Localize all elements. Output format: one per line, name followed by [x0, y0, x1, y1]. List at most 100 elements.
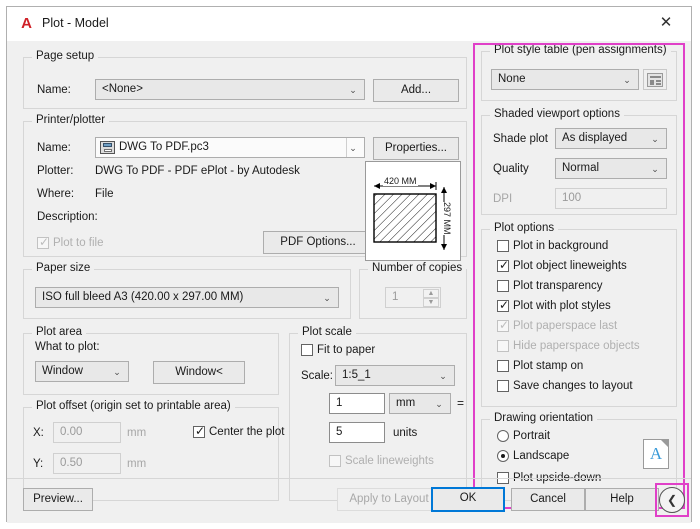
close-icon[interactable]: ✕	[645, 9, 687, 37]
scale-units-label: units	[393, 427, 418, 439]
scale-combo[interactable]: 1:5_1 ⌄	[335, 365, 455, 386]
radio-box	[497, 430, 509, 442]
checkbox-box	[497, 360, 509, 372]
scale-unit-value: mm	[396, 397, 416, 409]
fit-to-paper-label: Fit to paper	[317, 344, 376, 356]
orientation-preview-icon: A	[643, 439, 669, 469]
check-icon: ✓	[195, 424, 206, 438]
copies-stepper[interactable]: ▲ ▼	[423, 289, 439, 307]
properties-button[interactable]: Properties...	[373, 137, 459, 160]
dpi-value: 100	[562, 192, 582, 204]
plot-style-table-title: Plot style table (pen assignments)	[490, 44, 671, 56]
plotter-value: DWG To PDF - PDF ePlot - by Autodesk	[95, 165, 300, 177]
offset-x-input[interactable]: 0.00	[53, 422, 121, 443]
add-button[interactable]: Add...	[373, 79, 459, 102]
plot-option-label: Plot with plot styles	[513, 300, 611, 312]
edit-plot-style-table-button[interactable]	[643, 69, 667, 90]
pdf-options-button[interactable]: PDF Options...	[263, 231, 373, 254]
checkbox-box	[497, 240, 509, 252]
paper-size-value: ISO full bleed A3 (420.00 x 297.00 MM)	[42, 291, 244, 303]
page-setup-name-combo[interactable]: <None> ⌄	[95, 79, 365, 100]
checkbox-box	[497, 380, 509, 392]
help-button[interactable]: Help	[585, 488, 659, 511]
scale-numerator-input[interactable]: 1	[329, 393, 385, 414]
plot-style-table-combo[interactable]: None ⌄	[491, 69, 639, 90]
radio-box	[497, 450, 509, 462]
plot-style-table-value: None	[498, 73, 526, 85]
page-setup-title: Page setup	[32, 50, 99, 62]
dpi-label: DPI	[493, 193, 513, 205]
what-to-plot-label: What to plot:	[35, 341, 100, 353]
checkbox-box	[497, 280, 509, 292]
offset-y-input[interactable]: 0.50	[53, 453, 121, 474]
shaded-viewport-title: Shaded viewport options	[490, 108, 624, 120]
chevron-down-icon: ⌄	[651, 134, 659, 144]
pen-table-icon	[647, 73, 663, 87]
scale-unit-combo[interactable]: mm ⌄	[389, 393, 451, 414]
window-select-button[interactable]: Window<	[153, 361, 245, 384]
printer-name-label: Name:	[37, 142, 71, 154]
checkbox-box: ✓	[497, 298, 510, 312]
orientation-landscape-label: Landscape	[513, 450, 570, 462]
offset-x-units: mm	[127, 427, 147, 439]
printer-name-value: DWG To PDF.pc3	[119, 141, 209, 153]
printer-name-combo[interactable]: DWG To PDF.pc3 ⌄	[95, 137, 365, 158]
shade-plot-value: As displayed	[562, 132, 628, 144]
check-icon: ✓	[499, 318, 510, 332]
what-to-plot-combo[interactable]: Window ⌄	[35, 361, 129, 382]
checkbox-box: ✓	[193, 424, 206, 438]
radio-dot	[501, 454, 505, 458]
title-bar: A Plot - Model ✕	[7, 7, 691, 41]
shade-plot-combo[interactable]: As displayed ⌄	[555, 128, 667, 149]
paper-preview: 420 MM 297 MM	[365, 161, 461, 261]
copies-title: Number of copies	[368, 262, 467, 274]
checkbox-box: ✓	[497, 258, 510, 272]
plot-options-title: Plot options	[490, 222, 559, 234]
plot-dialog: A Plot - Model ✕ Page setup Name: <None>…	[6, 6, 692, 523]
apply-to-layout-button[interactable]: Apply to Layout	[337, 488, 441, 511]
checkbox-box	[497, 340, 509, 352]
preview-button[interactable]: Preview...	[23, 488, 93, 511]
shade-plot-label: Shade plot	[493, 133, 548, 145]
collapse-panel-button[interactable]: ❮	[659, 487, 685, 513]
plot-option-label: Plot transparency	[513, 280, 603, 292]
check-icon: ✓	[499, 258, 510, 272]
page-setup-name-label: Name:	[37, 84, 71, 96]
plotter-label: Plotter:	[37, 165, 74, 177]
check-icon: ✓	[499, 298, 510, 312]
plot-option-label: Plot in background	[513, 240, 609, 252]
copies-input[interactable]: 1 ▲ ▼	[385, 287, 441, 308]
scale-lineweights-label: Scale lineweights	[345, 455, 434, 467]
quality-label: Quality	[493, 163, 529, 175]
quality-combo[interactable]: Normal ⌄	[555, 158, 667, 179]
plot-option-label: Plot stamp on	[513, 360, 584, 372]
where-label: Where:	[37, 188, 75, 200]
scale-denominator-input[interactable]: 5	[329, 422, 385, 443]
stepper-up-icon[interactable]: ▲	[423, 289, 439, 298]
offset-x-label: X:	[33, 427, 44, 439]
checkbox-box	[329, 455, 341, 467]
where-value: File	[95, 188, 114, 200]
plot-offset-title: Plot offset (origin set to printable are…	[32, 400, 235, 412]
preview-width-label: 420 MM	[383, 176, 418, 186]
orientation-letter: A	[649, 444, 663, 463]
check-icon: ✓	[39, 235, 50, 249]
chevron-down-icon: ⌄	[623, 75, 631, 85]
what-to-plot-value: Window	[42, 365, 83, 377]
chevron-down-icon: ⌄	[323, 293, 331, 303]
dpi-input[interactable]: 100	[555, 188, 667, 209]
offset-y-units: mm	[127, 458, 147, 470]
stepper-down-icon[interactable]: ▼	[423, 298, 439, 307]
quality-value: Normal	[562, 162, 600, 174]
cancel-button[interactable]: Cancel	[511, 488, 585, 511]
dialog-body: Page setup Name: <None> ⌄ Add... Printer…	[7, 41, 691, 523]
window-title: Plot - Model	[42, 16, 109, 30]
center-plot-label: Center the plot	[209, 426, 285, 438]
ok-button[interactable]: OK	[431, 487, 505, 512]
plot-area-title: Plot area	[32, 326, 87, 338]
paper-size-combo[interactable]: ISO full bleed A3 (420.00 x 297.00 MM) ⌄	[35, 287, 339, 308]
dialog-footer: Preview... Apply to Layout OK Cancel Hel…	[7, 478, 691, 523]
plot-option-label: Plot object lineweights	[513, 260, 627, 272]
scale-denominator-value: 5	[336, 426, 343, 438]
scale-equals-sign: =	[457, 396, 465, 410]
